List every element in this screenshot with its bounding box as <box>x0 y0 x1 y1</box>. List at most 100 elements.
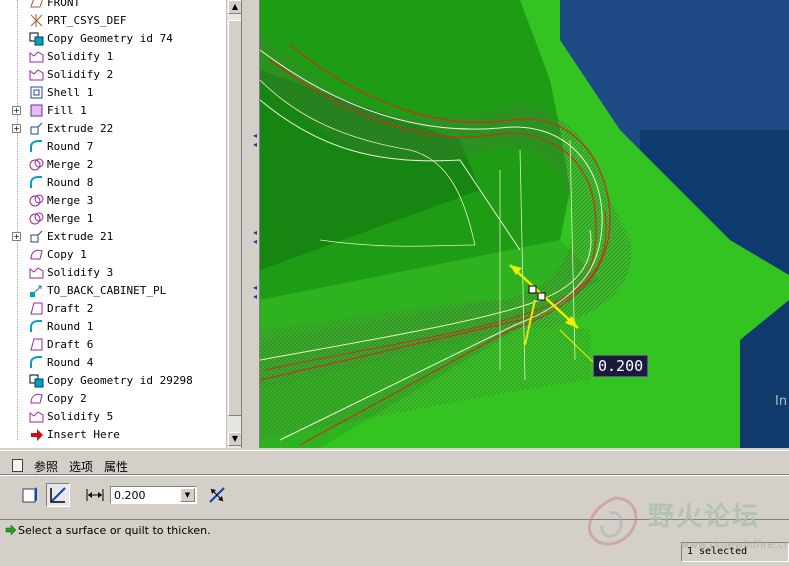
tree-item[interactable]: Copy 2 <box>0 390 226 408</box>
panel-splitter[interactable]: ◂ ◂ ◂ ◂ ◂ ◂ <box>242 0 260 448</box>
copy-icon <box>30 393 43 404</box>
tree-item[interactable]: Draft 2 <box>0 300 226 318</box>
tree-item-label: FRONT <box>47 0 81 9</box>
status-message: Select a surface or quilt to thicken. <box>18 524 211 537</box>
tree-item-label: Merge 3 <box>47 194 94 207</box>
tree-item[interactable]: FRONT <box>0 0 226 12</box>
tree-item[interactable]: + Extrude 21 <box>0 228 226 246</box>
draft-icon <box>30 338 43 351</box>
collapse-arrow-icon[interactable]: ◂ ◂ <box>253 131 257 149</box>
expand-icon[interactable]: + <box>12 106 21 115</box>
csys-icon <box>30 14 43 27</box>
round-icon <box>30 140 42 152</box>
tab-properties[interactable]: 属性 <box>104 458 128 475</box>
collapse-arrow-icon[interactable]: ◂ ◂ <box>253 283 257 301</box>
tree-item-label: Copy Geometry id 74 <box>47 32 173 45</box>
fill-icon <box>30 104 43 117</box>
merge-icon <box>29 194 44 207</box>
scroll-thumb[interactable] <box>228 20 241 416</box>
tree-item[interactable]: Insert Here <box>0 426 226 444</box>
tree-item[interactable]: Copy Geometry id 29298 <box>0 372 226 390</box>
tree-item[interactable]: TO_BACK_CABINET_PL <box>0 282 226 300</box>
tree-item-label: Round 1 <box>47 320 94 333</box>
tree-item[interactable]: Solidify 5 <box>0 408 226 426</box>
tree-item[interactable]: + Extrude 22 <box>0 120 226 138</box>
tree-item[interactable]: Solidify 2 <box>0 66 226 84</box>
tree-item[interactable]: + Fill 1 <box>0 102 226 120</box>
tree-item-label: Insert Here <box>47 428 120 441</box>
round-icon <box>30 356 42 368</box>
tree-item[interactable]: Round 8 <box>0 174 226 192</box>
tab-references[interactable]: 参照 <box>34 458 58 475</box>
tree-item-label: Copy Geometry id 29298 <box>47 374 193 387</box>
divider <box>0 474 789 476</box>
flip-direction-icon <box>209 487 225 503</box>
expand-icon[interactable]: + <box>12 232 21 241</box>
thicken-surface-icon <box>50 487 66 503</box>
tree-item-label: Solidify 5 <box>47 410 114 423</box>
tree-item-label: Merge 2 <box>47 158 94 171</box>
extrude-icon <box>30 230 43 243</box>
tree-item[interactable]: Round 7 <box>0 138 226 156</box>
tree-item[interactable]: Merge 2 <box>0 156 226 174</box>
tree-item[interactable]: Copy 1 <box>0 246 226 264</box>
model-view[interactable] <box>260 0 789 448</box>
model-tree: FRONT PRT_CSYS_DEF Copy Geometry id 74 Soli… <box>0 0 242 448</box>
tree-item-label: Solidify 1 <box>47 50 114 63</box>
merge-icon <box>29 212 44 225</box>
datum-plane-icon <box>30 0 43 8</box>
tree-scrollbar[interactable]: ▲ ▼ <box>226 0 241 448</box>
tree-item-label: PRT_CSYS_DEF <box>47 14 127 27</box>
panel-toggle-icon[interactable] <box>12 459 23 472</box>
tree-item-label: Merge 1 <box>47 212 94 225</box>
message-arrow-icon <box>5 524 17 536</box>
tree-item[interactable]: Merge 1 <box>0 210 226 228</box>
tree-item-label: Round 4 <box>47 356 94 369</box>
expand-icon[interactable]: + <box>12 124 21 133</box>
tree-item-label: Solidify 3 <box>47 266 114 279</box>
solid-thicken-button[interactable] <box>18 483 42 507</box>
tree-item-label: Solidify 2 <box>47 68 114 81</box>
tree-item[interactable]: Draft 6 <box>0 336 226 354</box>
thickness-dimension-label[interactable]: 0.200 <box>593 355 649 377</box>
tree-item-label: Copy 2 <box>47 392 87 405</box>
tree-item-label: Extrude 22 <box>47 122 114 135</box>
thicken-surface-button[interactable] <box>46 483 70 507</box>
tree-item-label: Copy 1 <box>47 248 87 261</box>
chevron-down-icon[interactable]: ▼ <box>180 488 195 502</box>
tree-item[interactable]: Solidify 1 <box>0 48 226 66</box>
solid-box-icon <box>22 487 37 503</box>
tree-item-label: Extrude 21 <box>47 230 114 243</box>
merge-icon <box>29 158 44 171</box>
thickness-dimension-icon <box>86 489 104 501</box>
tab-options[interactable]: 选项 <box>69 458 93 475</box>
tree-item-label: Shell 1 <box>47 86 94 99</box>
solidify-icon <box>29 267 44 279</box>
tree-item[interactable]: Round 1 <box>0 318 226 336</box>
watermark-text: 野火论坛 <box>648 502 761 532</box>
tree-item[interactable]: Copy Geometry id 74 <box>0 30 226 48</box>
tree-item-label: Draft 6 <box>47 338 94 351</box>
copy-geometry-icon <box>29 32 44 46</box>
copy-geometry-icon <box>29 374 44 388</box>
collapse-arrow-icon[interactable]: ◂ ◂ <box>253 228 257 246</box>
transform-icon <box>30 285 42 297</box>
flip-direction-button[interactable] <box>205 483 229 507</box>
tree-item-label: Round 7 <box>47 140 94 153</box>
thickness-input[interactable]: 0.200 ▼ <box>110 486 197 504</box>
insert-here-arrow-icon <box>31 429 43 441</box>
forum-watermark: 野火论坛 www.proewildfire.cn <box>580 488 789 562</box>
tree-item-label: Draft 2 <box>47 302 94 315</box>
scroll-down-button[interactable]: ▼ <box>228 432 241 446</box>
solidify-icon <box>29 69 44 81</box>
tree-item[interactable]: PRT_CSYS_DEF <box>0 12 226 30</box>
tree-item[interactable]: Shell 1 <box>0 84 226 102</box>
scroll-up-button[interactable]: ▲ <box>228 0 241 14</box>
extrude-icon <box>30 122 43 135</box>
graphics-window[interactable]: 0.200 In <box>260 0 789 448</box>
tree-item[interactable]: Solidify 3 <box>0 264 226 282</box>
tree-item[interactable]: Round 4 <box>0 354 226 372</box>
round-icon <box>30 320 42 332</box>
solidify-icon <box>29 51 44 63</box>
tree-item[interactable]: Merge 3 <box>0 192 226 210</box>
